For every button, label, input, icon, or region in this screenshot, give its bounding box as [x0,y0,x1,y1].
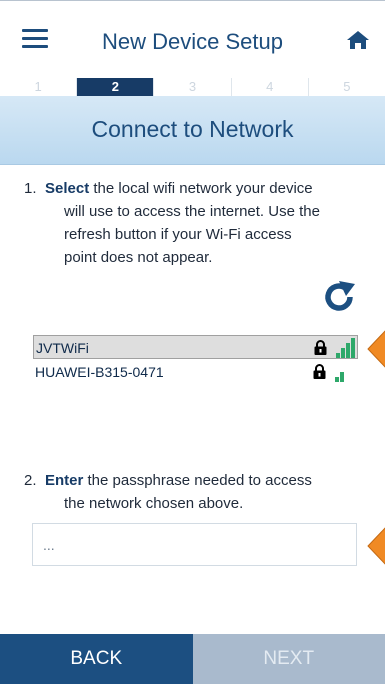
step-5: 5 [307,78,385,96]
instruction-number: 1. [24,180,37,197]
network-name: JVTWiFi [36,340,89,356]
instruction-number: 2. [24,472,37,489]
instruction-emphasis: Select [45,180,90,197]
home-icon[interactable] [346,28,370,52]
instruction-enter-passphrase: 2. Enter the passphrase needed to access… [24,469,324,515]
instruction-text: Enter the passphrase needed to access th… [45,469,324,515]
section-banner: Connect to Network [0,96,385,165]
step-indicator: 1 2 3 4 5 [0,78,385,96]
network-name: HUAWEI-B315-0471 [35,364,164,380]
step-4: 4 [230,78,308,96]
section-title: Connect to Network [91,116,294,142]
instruction-emphasis: Enter [45,472,84,489]
next-button[interactable]: NEXT [192,634,385,684]
passphrase-input[interactable]: ... [32,523,357,566]
instruction-text: Select the local wifi network your devic… [45,177,324,269]
signal-strength-icon [335,372,344,382]
network-item[interactable]: HUAWEI-B315-0471 [33,360,358,384]
signal-strength-icon [336,338,355,358]
setup-screen: New Device Setup 1 2 3 4 5 Connect to Ne… [0,0,385,684]
pointer-arrow-icon [367,527,385,565]
pointer-arrow-icon [367,330,385,368]
instruction-select-network: 1. Select the local wifi network your de… [24,177,324,269]
lock-icon [313,364,326,379]
step-1: 1 [0,78,77,96]
app-header: New Device Setup [0,0,385,79]
instruction-body: the local wifi network your device will … [64,180,320,266]
instruction-body: the passphrase needed to access the netw… [64,472,312,512]
network-item-selected[interactable]: JVTWiFi [33,335,358,359]
step-2-active: 2 [76,78,154,96]
step-3: 3 [153,78,231,96]
bottom-navigation: BACK NEXT [0,634,385,684]
back-button[interactable]: BACK [0,634,193,684]
page-title: New Device Setup [102,29,283,54]
lock-icon [314,340,327,355]
refresh-icon[interactable] [322,279,358,315]
